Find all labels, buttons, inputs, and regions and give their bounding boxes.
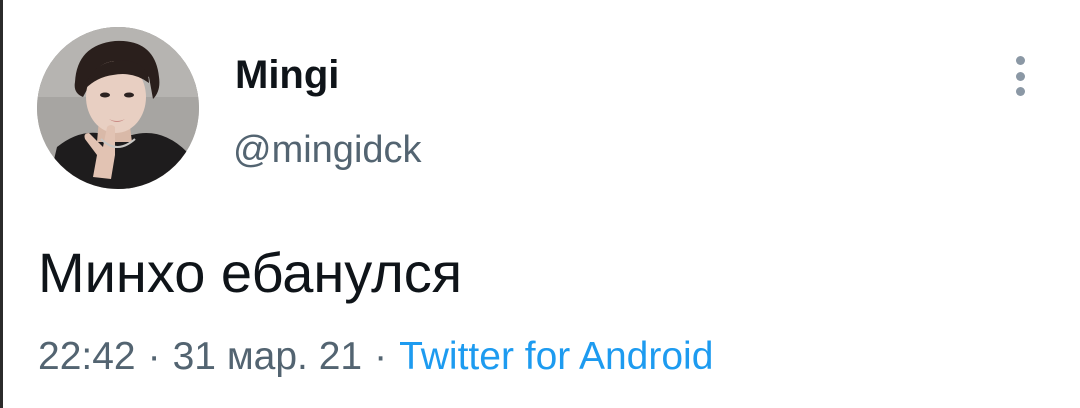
author-username[interactable]: @mingidck [233,128,422,172]
meta-separator: · [147,335,161,378]
tweet-text: Минхо ебанулся [38,241,463,304]
more-options-button[interactable] [1005,52,1035,100]
author-display-name[interactable]: Mingi [235,53,339,97]
meta-separator-2: · [374,335,388,378]
avatar-photo [37,27,199,189]
avatar[interactable] [37,27,199,189]
more-vertical-icon-dot-3 [1015,87,1025,96]
tweet-card: Mingi @mingidck Минхо ебанулся 22:42 · 31 … [0,0,1080,408]
tweet-meta: 22:42 · 31 мар. 21 · Twitter for Android [38,333,713,381]
more-vertical-icon-dot-2 [1015,71,1025,81]
tweet-source-link[interactable]: Twitter for Android [399,335,713,378]
tweet-date[interactable]: 31 мар. 21 [173,335,362,378]
more-vertical-icon [1015,56,1025,65]
tweet-time[interactable]: 22:42 [38,335,136,378]
left-edge-border [0,0,3,408]
